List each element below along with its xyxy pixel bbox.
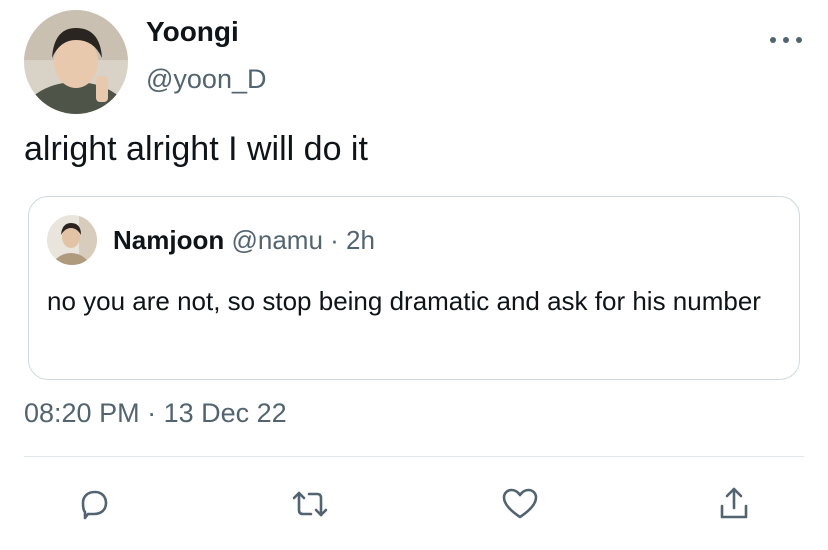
quoted-tweet-text: no you are not, so stop being dramatic a… <box>47 286 761 316</box>
tweet-text: alright alright I will do it <box>24 130 368 168</box>
quoted-author-avatar[interactable] <box>47 215 97 265</box>
quoted-tweet-card[interactable]: Namjoon @namu · 2h no you are not, so st… <box>28 196 800 380</box>
quoted-author-avatar-image <box>47 215 97 265</box>
author-avatar[interactable] <box>24 10 128 114</box>
author-display-name[interactable]: Yoongi <box>146 16 239 48</box>
timestamp-date: 13 Dec 22 <box>163 398 287 428</box>
quoted-time-ago[interactable]: 2h <box>346 225 375 255</box>
dot <box>796 37 802 43</box>
dot <box>783 37 789 43</box>
retweet-button[interactable] <box>288 484 332 524</box>
heart-icon <box>502 488 538 519</box>
timestamp-time: 08:20 PM <box>24 398 140 428</box>
author-handle[interactable]: @yoon_D <box>146 64 266 95</box>
reply-icon <box>81 490 108 520</box>
like-button[interactable] <box>498 484 542 524</box>
quoted-author-name[interactable]: Namjoon <box>113 225 224 255</box>
author-avatar-image <box>24 10 128 114</box>
share-button[interactable] <box>712 484 756 524</box>
quoted-meta-separator: · <box>330 225 339 255</box>
retweet-icon <box>292 491 328 517</box>
more-options-icon[interactable] <box>770 30 802 50</box>
quoted-author-handle[interactable]: @namu <box>231 225 322 255</box>
share-icon <box>720 487 748 519</box>
divider <box>24 456 804 457</box>
reply-button[interactable] <box>72 484 116 524</box>
dot <box>770 37 776 43</box>
quoted-tweet-header: Namjoon @namu · 2h <box>113 225 375 256</box>
timestamp-separator: · <box>147 398 157 428</box>
tweet-timestamp[interactable]: 08:20 PM · 13 Dec 22 <box>24 398 287 429</box>
